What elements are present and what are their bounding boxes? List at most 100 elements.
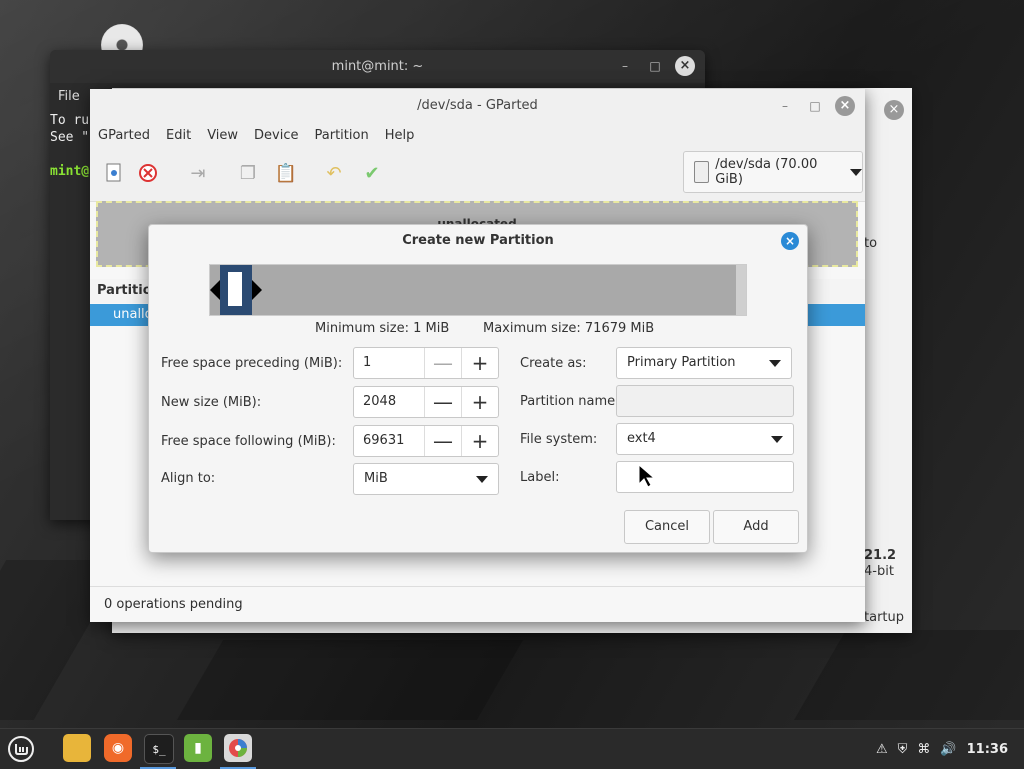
close-icon[interactable]: × <box>675 56 695 76</box>
new-partition-icon[interactable] <box>102 161 126 185</box>
update-manager-icon[interactable]: ⚠ <box>876 742 888 757</box>
free-following-label: Free space following (MiB): <box>161 434 336 449</box>
increment-button[interactable]: + <box>461 387 498 417</box>
minimum-size-label: Minimum size: 1 MiB <box>315 321 450 336</box>
create-as-value: Primary Partition <box>627 355 736 370</box>
align-to-value: MiB <box>364 471 388 486</box>
background-text: to <box>864 236 878 251</box>
terminal-line: To ru <box>50 113 90 128</box>
increment-button[interactable]: + <box>461 348 498 378</box>
maximize-icon[interactable]: □ <box>645 56 665 76</box>
decrement-button[interactable]: — <box>424 387 461 417</box>
new-size-input[interactable]: 2048 <box>354 387 424 417</box>
partition-name-label: Partition name: <box>520 394 620 409</box>
mintinstall-icon[interactable]: ▮ <box>184 734 212 762</box>
minimize-icon[interactable]: – <box>615 56 635 76</box>
terminal-line: See " <box>50 130 90 145</box>
terminal-window-controls: – □ × <box>615 56 695 76</box>
menu-edit[interactable]: Edit <box>158 123 199 149</box>
shield-icon[interactable]: ⛨ <box>898 742 908 757</box>
close-icon[interactable]: × <box>835 96 855 116</box>
partition-row-label: unallo <box>113 307 153 322</box>
minimize-icon[interactable]: – <box>775 96 795 116</box>
background-text: 4-bit <box>864 564 894 579</box>
paste-icon[interactable]: 📋 <box>274 161 298 185</box>
chevron-down-icon <box>476 476 488 483</box>
partition-size-bar[interactable] <box>209 264 747 316</box>
undo-icon[interactable]: ↶ <box>322 161 346 185</box>
column-header-partition[interactable]: Partitio <box>97 283 152 298</box>
menu-help[interactable]: Help <box>377 123 423 149</box>
chevron-down-icon <box>769 360 781 367</box>
menu-device[interactable]: Device <box>246 123 306 149</box>
cancel-button[interactable]: Cancel <box>624 510 710 544</box>
firefox-icon[interactable]: ◉ <box>104 734 132 762</box>
create-partition-dialog: Create new Partition × Minimum size: 1 M… <box>148 224 808 553</box>
copy-icon[interactable]: ❐ <box>236 161 260 185</box>
chevron-down-icon <box>771 436 783 443</box>
device-selector[interactable]: /dev/sda (70.00 GiB) <box>683 151 863 193</box>
files-icon[interactable] <box>63 734 91 762</box>
free-following-spin[interactable]: 69631 — + <box>353 425 499 457</box>
create-as-label: Create as: <box>520 356 587 371</box>
background-text: tartup <box>864 610 904 625</box>
decrement-button[interactable]: — <box>424 426 461 456</box>
create-as-select[interactable]: Primary Partition <box>616 347 792 379</box>
delete-partition-icon[interactable] <box>136 161 160 185</box>
chevron-down-icon <box>850 168 862 176</box>
apply-icon[interactable]: ✔ <box>360 161 384 185</box>
maximum-size-label: Maximum size: 71679 MiB <box>483 321 655 336</box>
close-icon[interactable]: × <box>781 232 799 250</box>
decrement-button[interactable]: — <box>424 348 461 378</box>
add-button[interactable]: Add <box>713 510 799 544</box>
taskbar: ◉ $_ ▮ ⚠ ⛨ ⌘ 🔊 11:36 <box>0 728 1024 769</box>
desktop-tile <box>176 640 524 720</box>
new-partition-block[interactable] <box>220 265 252 315</box>
file-system-label: File system: <box>520 432 598 447</box>
clock[interactable]: 11:36 <box>967 742 1008 757</box>
menu-partition[interactable]: Partition <box>307 123 377 149</box>
terminal-menu-file[interactable]: File <box>58 89 80 104</box>
new-size-spin[interactable]: 2048 — + <box>353 386 499 418</box>
close-icon[interactable]: × <box>884 100 904 120</box>
resize-right-handle[interactable] <box>252 280 262 300</box>
resize-move-icon[interactable]: ⇥ <box>186 161 210 185</box>
dialog-title: Create new Partition <box>402 233 554 248</box>
gparted-icon[interactable] <box>224 734 252 762</box>
free-preceding-label: Free space preceding (MiB): <box>161 356 343 371</box>
mouse-pointer-icon <box>638 463 656 492</box>
gparted-toolbar: ⇥ ❐ 📋 ↶ ✔ /dev/sda (70.00 GiB) <box>90 149 865 202</box>
status-bar: 0 operations pending <box>90 586 865 622</box>
system-tray: ⚠ ⛨ ⌘ 🔊 11:36 <box>876 729 1024 769</box>
align-to-label: Align to: <box>161 471 216 486</box>
file-system-select[interactable]: ext4 <box>616 423 794 455</box>
gparted-window-controls: – □ × <box>775 96 855 116</box>
resize-left-handle[interactable] <box>210 280 220 300</box>
free-preceding-spin[interactable]: 1 — + <box>353 347 499 379</box>
desktop-tile <box>794 630 1024 720</box>
increment-button[interactable]: + <box>461 426 498 456</box>
terminal-title: mint@mint: ~ <box>50 50 705 83</box>
menu-view[interactable]: View <box>199 123 246 149</box>
file-system-value: ext4 <box>627 431 656 446</box>
network-icon[interactable]: ⌘ <box>917 742 930 757</box>
partition-block-inner <box>228 272 242 306</box>
label-label: Label: <box>520 470 560 485</box>
terminal-output[interactable]: To ru See " mint@ <box>50 112 89 180</box>
maximize-icon[interactable]: □ <box>805 96 825 116</box>
free-following-input[interactable]: 69631 <box>354 426 424 456</box>
terminal-icon[interactable]: $_ <box>144 734 174 764</box>
gparted-menubar: GParted Edit View Device Partition Help <box>90 123 865 149</box>
bar-end <box>736 265 746 315</box>
align-to-select[interactable]: MiB <box>353 463 499 495</box>
menu-gparted[interactable]: GParted <box>90 123 158 149</box>
partition-name-field[interactable] <box>616 385 794 417</box>
new-size-label: New size (MiB): <box>161 395 262 410</box>
volume-icon[interactable]: 🔊 <box>940 742 956 757</box>
terminal-prompt: mint@ <box>50 164 90 179</box>
disk-icon <box>694 161 710 183</box>
mint-menu-icon[interactable] <box>6 734 36 764</box>
free-preceding-input[interactable]: 1 <box>354 348 424 378</box>
device-selector-label: /dev/sda (70.00 GiB) <box>715 157 818 187</box>
